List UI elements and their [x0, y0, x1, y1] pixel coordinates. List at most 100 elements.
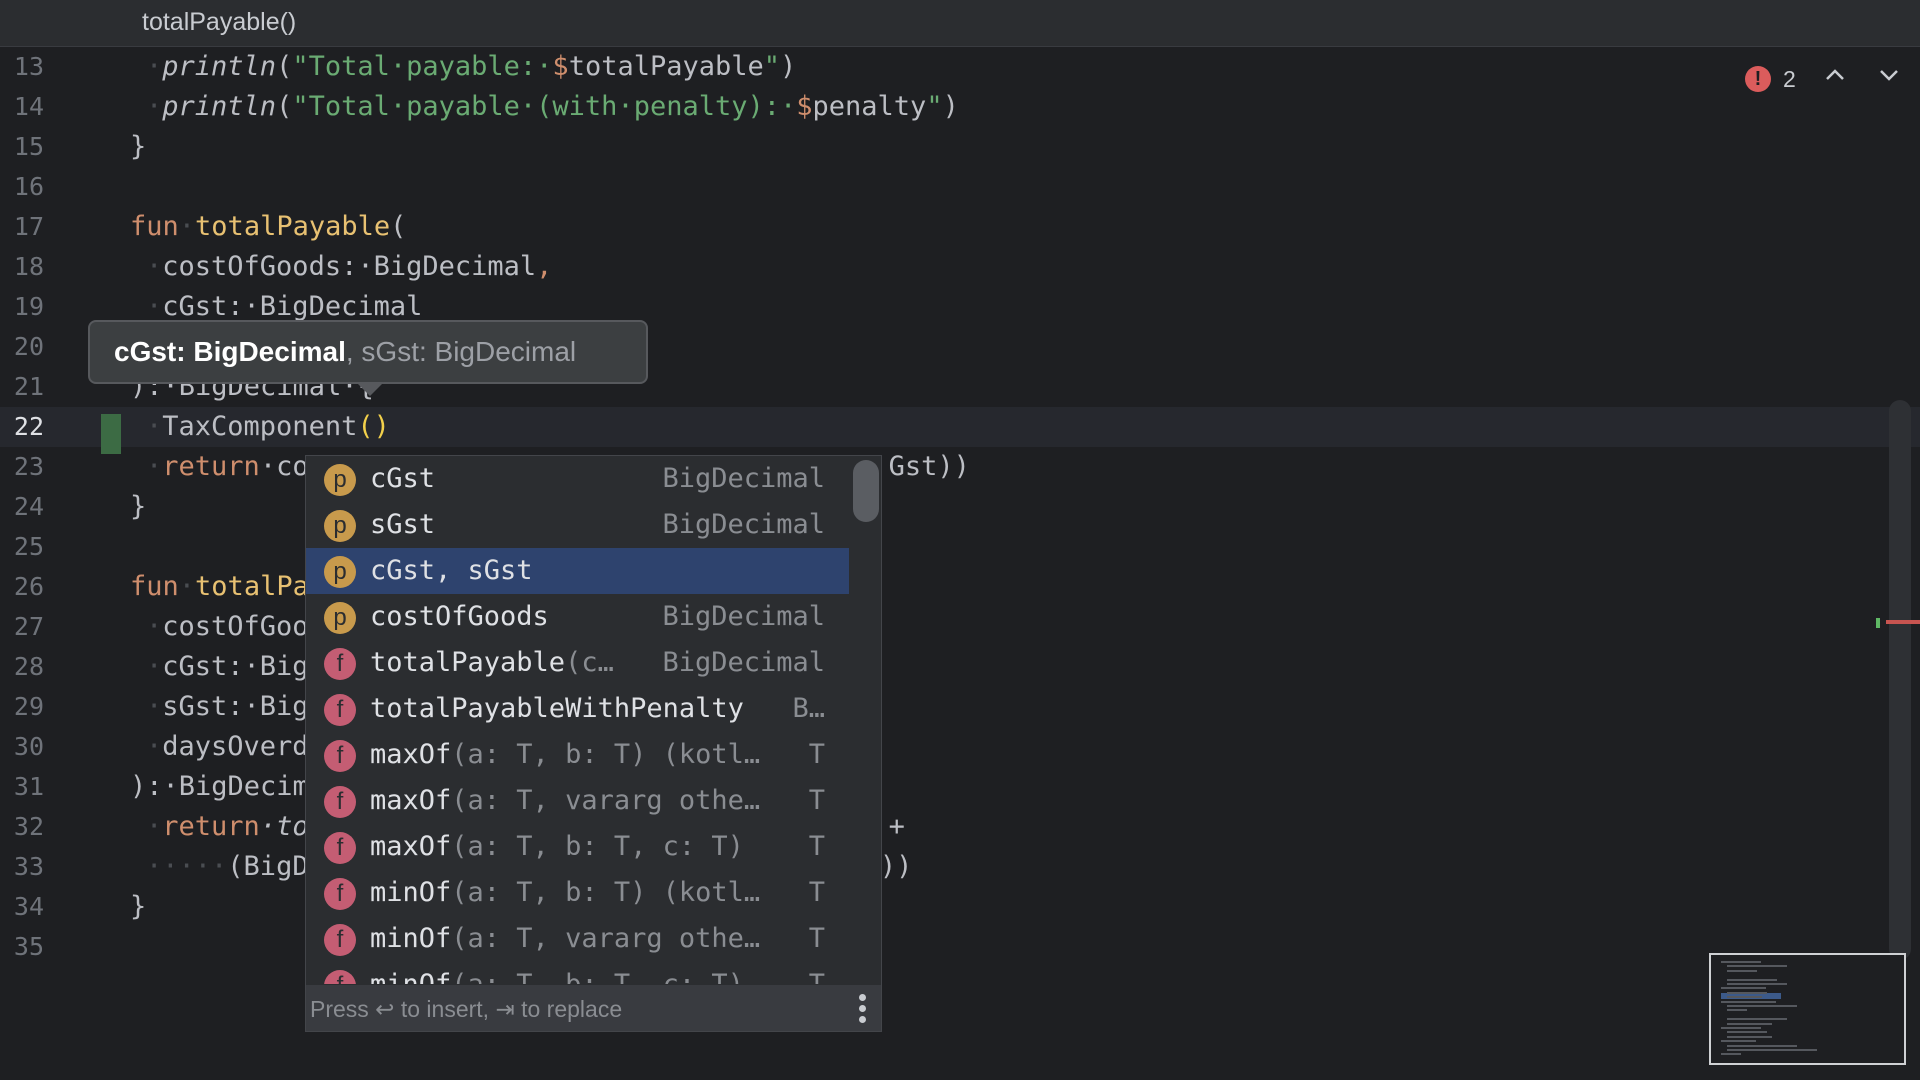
completion-item[interactable]: f maxOf(a: T, b: T) (kotl… T	[306, 732, 849, 778]
completion-item[interactable]: f totalPayable(c… BigDecimal	[306, 640, 849, 686]
line-number[interactable]: 26	[0, 567, 44, 607]
code-line[interactable]: 34}	[0, 887, 1920, 927]
code-text[interactable]: ·daysOverd	[146, 727, 309, 767]
line-number[interactable]: 35	[0, 927, 44, 967]
code-token: ):·BigDecim	[130, 771, 309, 802]
error-indicator[interactable]: ! 2	[1745, 62, 1796, 96]
breadcrumb-item[interactable]: totalPayable()	[142, 8, 296, 37]
minimap-line	[1727, 1035, 1772, 1038]
code-line[interactable]: 33·····(BigD(daysOverdue)))	[0, 847, 1920, 887]
code-text[interactable]: ·sGst:·Big	[146, 687, 309, 727]
code-line[interactable]: 25	[0, 527, 1920, 567]
code-text[interactable]: }	[130, 887, 146, 927]
completion-item[interactable]: p cGst BigDecimal	[306, 456, 849, 502]
code-token: TaxComponent	[162, 411, 358, 442]
line-number[interactable]: 17	[0, 207, 44, 247]
line-number[interactable]: 16	[0, 167, 44, 207]
line-number[interactable]: 14	[0, 87, 44, 127]
code-line[interactable]: 35	[0, 927, 1920, 967]
code-token: ·	[146, 611, 163, 642]
completion-item[interactable]: f minOf(a: T, b: T) (kotl… T	[306, 870, 849, 916]
code-token: ·	[146, 651, 163, 682]
code-line[interactable]: 27 ·costOfGoo	[0, 607, 1920, 647]
function-icon: f	[324, 648, 356, 680]
error-stripe-marker[interactable]	[1886, 620, 1920, 624]
line-number[interactable]: 33	[0, 847, 44, 887]
line-number[interactable]: 25	[0, 527, 44, 567]
line-number[interactable]: 34	[0, 887, 44, 927]
code-text[interactable]: ·cGst:·Big	[146, 647, 309, 687]
completion-item[interactable]: f maxOf(a: T, b: T, c: T) T	[306, 824, 849, 870]
editor-scrollbar[interactable]	[1889, 400, 1911, 960]
code-text[interactable]: ):·BigDecim	[130, 767, 309, 807]
code-line[interactable]: 17 fun·totalPayable(	[0, 207, 1920, 247]
code-text[interactable]: }	[130, 127, 146, 167]
line-number[interactable]: 28	[0, 647, 44, 687]
code-token: "Total·payable:·	[292, 51, 553, 82]
code-token: )	[942, 91, 959, 122]
completion-item[interactable]: p costOfGoods BigDecimal	[306, 594, 849, 640]
line-number[interactable]: 22	[0, 407, 44, 447]
completion-list[interactable]: p cGst BigDecimal p sGst BigDecimal p cGst, sGs…	[306, 456, 849, 984]
line-number[interactable]: 29	[0, 687, 44, 727]
completion-item[interactable]: f minOf(a: T, vararg othe… T	[306, 916, 849, 962]
code-line[interactable]: 22 ·TaxComponent()	[0, 407, 1920, 447]
line-number[interactable]: 30	[0, 727, 44, 767]
change-stripe-marker[interactable]	[1876, 618, 1880, 628]
line-number[interactable]: 15	[0, 127, 44, 167]
editor-minimap[interactable]	[1709, 953, 1906, 1065]
code-editor[interactable]: 13 ·println("Total·payable:·$totalPayable…	[0, 47, 1920, 1080]
code-line[interactable]: 14 ·println("Total·payable·(with·penalty)…	[0, 87, 1920, 127]
next-error-icon[interactable]	[1872, 62, 1906, 96]
completion-item[interactable]: f totalPayableWithPenalty B…	[306, 686, 849, 732]
completion-item[interactable]: p cGst, sGst	[306, 548, 849, 594]
line-number[interactable]: 20	[0, 327, 44, 367]
function-icon: f	[324, 832, 356, 864]
code-line[interactable]: 15}	[0, 127, 1920, 167]
gutter-change-marker[interactable]	[101, 414, 121, 454]
code-token: ·	[146, 51, 163, 82]
completion-item[interactable]: p sGst BigDecimal	[306, 502, 849, 548]
line-number[interactable]: 19	[0, 287, 44, 327]
code-text[interactable]: ·println("Total·payable:·$totalPayable")	[146, 47, 796, 87]
previous-error-icon[interactable]	[1818, 62, 1852, 96]
code-line[interactable]: 31 ):·BigDecim	[0, 767, 1920, 807]
code-line[interactable]: 26 fun·totalPa	[0, 567, 1920, 607]
code-line[interactable]: 13 ·println("Total·payable:·$totalPayable…	[0, 47, 1920, 87]
line-number[interactable]: 18	[0, 247, 44, 287]
code-token: $	[552, 51, 569, 82]
completion-popup[interactable]: p cGst BigDecimal p sGst BigDecimal p cGst, sGs…	[305, 455, 882, 1032]
code-line[interactable]: 28 ·cGst:·Big	[0, 647, 1920, 687]
completion-item-type: BigDecimal	[662, 509, 825, 540]
line-number[interactable]: 24	[0, 487, 44, 527]
code-text[interactable]: ·costOfGoods:·BigDecimal,	[146, 247, 552, 287]
line-number[interactable]: 21	[0, 367, 44, 407]
line-number[interactable]: 32	[0, 807, 44, 847]
line-number[interactable]: 13	[0, 47, 44, 87]
code-text[interactable]: ·TaxComponent()	[146, 407, 390, 447]
more-options-icon[interactable]	[857, 991, 867, 1027]
code-line[interactable]: 18 ·costOfGoods:·BigDecimal,	[0, 247, 1920, 287]
code-line[interactable]: 23 ·return·co Gst))	[0, 447, 1920, 487]
code-text[interactable]: ·println("Total·payable·(with·penalty):·…	[146, 87, 959, 127]
code-text[interactable]: fun·totalPa	[130, 567, 309, 607]
completion-item[interactable]: f maxOf(a: T, vararg othe… T	[306, 778, 849, 824]
code-line[interactable]: 16	[0, 167, 1920, 207]
completion-item[interactable]: f minOf(a: T, b: T, c: T) T	[306, 962, 849, 984]
completion-item-type: T	[808, 739, 825, 770]
parameter-info-tooltip: cGst: BigDecimal, sGst: BigDecimal	[88, 320, 648, 384]
code-line[interactable]: 29 ·sGst:·Big	[0, 687, 1920, 727]
code-text[interactable]: fun·totalPayable(	[130, 207, 406, 247]
completion-scrollbar[interactable]	[853, 458, 879, 982]
line-number[interactable]: 23	[0, 447, 44, 487]
code-text[interactable]: ·costOfGoo	[146, 607, 309, 647]
line-number[interactable]: 27	[0, 607, 44, 647]
code-line[interactable]: 24}	[0, 487, 1920, 527]
code-token: ····	[162, 851, 228, 882]
code-line[interactable]: 30 ·daysOverd	[0, 727, 1920, 767]
line-number[interactable]: 31	[0, 767, 44, 807]
completion-scroll-thumb[interactable]	[853, 460, 879, 522]
code-line[interactable]: 32 ·return·to +	[0, 807, 1920, 847]
code-text[interactable]: }	[130, 487, 146, 527]
code-token: cGst:·Big	[162, 651, 309, 682]
